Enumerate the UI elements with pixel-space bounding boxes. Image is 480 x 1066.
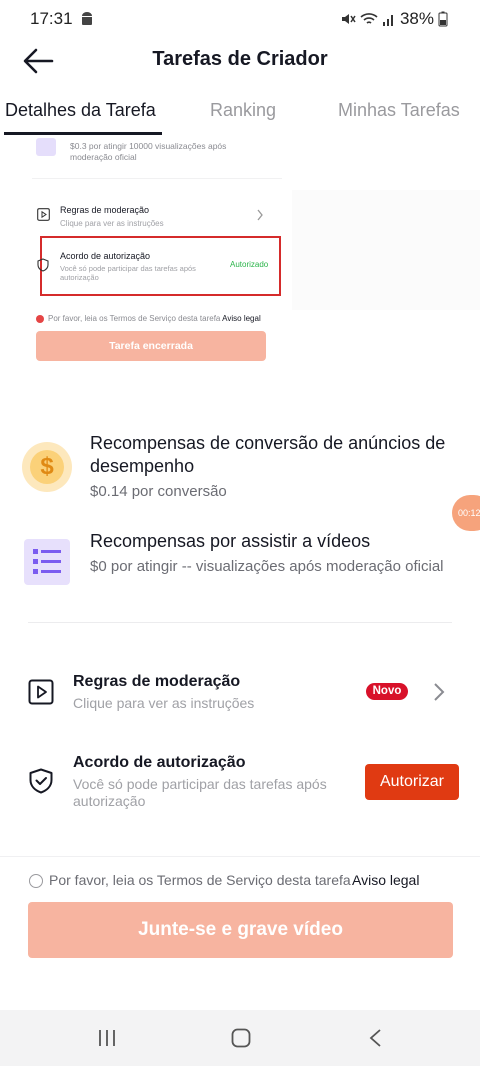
tab-ranking[interactable]: Ranking [210, 100, 276, 121]
wifi-icon [360, 13, 378, 24]
reward-conversion: $ Recompensas de conversão de anúncios d… [22, 432, 462, 512]
home-icon[interactable] [231, 1028, 251, 1048]
status-bar: 17:31 38% [0, 0, 480, 38]
reward-title: Recompensas de conversão de anúncios de … [90, 433, 446, 476]
dollar-symbol: $ [30, 450, 64, 484]
header: Tarefas de Criador [0, 38, 480, 88]
preview-terms-link: Aviso legal [222, 314, 261, 323]
rules-title: Regras de moderação [73, 673, 241, 690]
dollar-coin-icon: $ [22, 442, 72, 492]
floating-timer-bubble[interactable]: 00:12 [452, 495, 480, 531]
preview-shield-icon [37, 258, 49, 272]
preview-terms: Por favor, leia os Termos de Serviço des… [48, 314, 261, 323]
authorization-title: Acordo de autorização [73, 754, 246, 771]
tab-bar: Detalhes da Tarefa Ranking Minhas Tarefa… [0, 94, 480, 138]
battery-percent: 38% [399, 9, 434, 28]
chevron-right-icon [434, 683, 445, 701]
preview-terms-check-icon [36, 315, 44, 323]
preview-rules-subtitle: Clique para ver as instruções [60, 219, 164, 228]
preview-chevron-right-icon [257, 209, 263, 221]
rules-subtitle: Clique para ver as instruções [73, 695, 255, 711]
nav-back-icon[interactable] [368, 1028, 382, 1048]
list-icon [24, 539, 70, 585]
signal-icon [382, 15, 393, 26]
tab-active-indicator [4, 132, 162, 135]
preview-auth-subtitle: Você só pode participar das tarefas após… [60, 264, 196, 282]
mute-icon [341, 14, 356, 24]
section-divider [28, 622, 452, 623]
preview-reward-line: $0.3 por atingir 10000 visualizações apó… [70, 141, 227, 162]
preview-list-icon [36, 138, 56, 156]
new-badge: Novo [366, 683, 408, 700]
system-nav-bar [0, 1010, 480, 1066]
shield-check-icon [29, 768, 53, 794]
preview-play-icon [37, 208, 50, 221]
terms-text: Por favor, leia os Termos de Serviço des… [49, 872, 351, 888]
play-square-icon [28, 679, 54, 705]
preview-auth-title: Acordo de autorização [60, 251, 151, 261]
reward-subtitle: $0 por atingir -- visualizações após mod… [90, 558, 444, 575]
tab-task-details[interactable]: Detalhes da Tarefa [5, 100, 156, 121]
preview-background [292, 190, 480, 310]
terms-radio[interactable] [29, 874, 43, 888]
legal-notice-link[interactable]: Aviso legal [352, 872, 419, 888]
reward-title: Recompensas por assistir a vídeos [90, 531, 371, 551]
task-preview-image: $0.3 por atingir 10000 visualizações apó… [22, 138, 292, 378]
tab-my-tasks[interactable]: Minhas Tarefas [338, 100, 460, 121]
preview-auth-status: Autorizado [230, 260, 269, 269]
preview-rules-title: Regras de moderação [60, 205, 150, 215]
android-debug-icon [82, 12, 92, 25]
authorization-subtitle: Você só pode participar das tarefas após… [73, 776, 327, 809]
preview-terms-text: Por favor, leia os Termos de Serviço des… [48, 314, 221, 323]
status-time: 17:31 [30, 9, 73, 28]
reward-subtitle: $0.14 por conversão [90, 483, 227, 500]
preview-task-closed-button: Tarefa encerrada [36, 331, 266, 361]
authorize-button[interactable]: Autorizar [365, 764, 459, 800]
page-title: Tarefas de Criador [152, 48, 328, 70]
battery-icon [438, 11, 448, 27]
join-and-record-button[interactable]: Junte-se e grave vídeo [28, 902, 453, 958]
reward-video-views: Recompensas por assistir a vídeos $0 por… [22, 530, 462, 600]
recents-icon[interactable] [97, 1029, 117, 1047]
status-icons: 38% [340, 9, 448, 29]
preview-divider [32, 178, 282, 179]
